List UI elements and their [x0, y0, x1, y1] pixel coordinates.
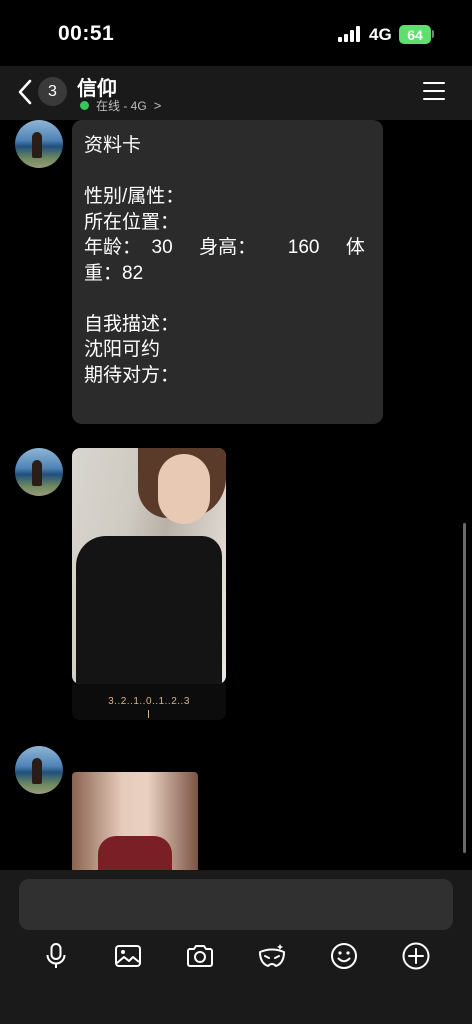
- signal-icon: [338, 26, 364, 42]
- scrubber-marker: [148, 710, 149, 718]
- card-age-height: 年龄： 30 身高： 160 体: [84, 237, 365, 258]
- chevron-right-icon: >: [153, 98, 162, 113]
- mask-button[interactable]: [257, 941, 287, 971]
- message-list[interactable]: 资料卡 性别/属性： 所在位置： 年龄： 30 身高： 160 体 重：82 自…: [0, 120, 472, 870]
- emoji-button[interactable]: [329, 941, 359, 971]
- image-message[interactable]: [72, 448, 226, 684]
- online-dot-icon: [80, 101, 89, 110]
- card-weight: 重：82: [84, 262, 144, 284]
- presence-status[interactable]: 在线 - 4G >: [80, 97, 161, 114]
- avatar[interactable]: [15, 120, 63, 168]
- clock: 00:51: [58, 22, 115, 45]
- card-gender: 性别/属性：: [84, 186, 185, 207]
- scrubber-ticks: 3..2..1..0..1..2..3: [108, 696, 190, 707]
- composer-bar: [0, 870, 472, 1024]
- status-bar: 00:51 4G 64: [0, 0, 472, 70]
- avatar[interactable]: [15, 448, 63, 496]
- microphone-icon: [46, 943, 66, 968]
- chevron-left-icon: [18, 79, 32, 105]
- back-button[interactable]: [14, 76, 38, 108]
- profile-card-message[interactable]: 资料卡 性别/属性： 所在位置： 年龄： 30 身高： 160 体 重：82 自…: [72, 120, 383, 424]
- emoji-icon: [331, 943, 357, 969]
- gallery-button[interactable]: [113, 941, 143, 971]
- unread-count-badge[interactable]: 3: [38, 77, 67, 106]
- card-location: 所在位置：: [84, 211, 180, 233]
- image-icon: [115, 945, 141, 967]
- network-type: 4G: [369, 25, 392, 44]
- message-input[interactable]: [19, 879, 453, 930]
- card-title: 资料卡: [84, 135, 142, 156]
- card-expectation: 期待对方：: [84, 364, 180, 386]
- avatar[interactable]: [15, 746, 63, 794]
- battery-icon: 64: [399, 25, 431, 44]
- image-message[interactable]: [72, 772, 198, 870]
- card-description-label: 自我描述：: [84, 313, 180, 335]
- chat-header: 3 信仰 在线 - 4G >: [0, 66, 472, 120]
- battery-level: 64: [407, 26, 423, 43]
- menu-icon-bar: [423, 98, 445, 100]
- video-scrubber[interactable]: 3..2..1..0..1..2..3: [72, 684, 226, 720]
- scrollbar[interactable]: [463, 523, 466, 853]
- plus-icon: [402, 942, 430, 970]
- card-description: 沈阳可约: [84, 339, 161, 360]
- presence-text: 在线 - 4G: [96, 99, 147, 113]
- more-button[interactable]: [401, 941, 431, 971]
- menu-icon: [423, 82, 445, 84]
- mask-icon: [259, 944, 285, 967]
- voice-button[interactable]: [41, 941, 71, 971]
- battery-tip: [432, 30, 434, 38]
- camera-icon: [187, 945, 213, 967]
- menu-button[interactable]: [423, 82, 445, 100]
- menu-icon-bar: [423, 90, 445, 92]
- camera-button[interactable]: [185, 941, 215, 971]
